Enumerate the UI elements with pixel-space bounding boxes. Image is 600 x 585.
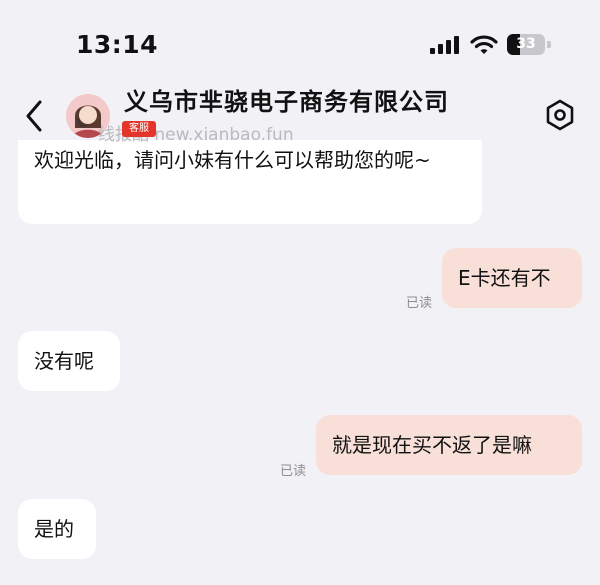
page-title: 义乌市芈骁电子商务有限公司 bbox=[124, 88, 449, 116]
back-chevron-icon[interactable] bbox=[18, 96, 52, 136]
message-bubble-incoming[interactable]: 是的 bbox=[18, 499, 96, 559]
message-bubble-outgoing[interactable]: 就是现在买不返了是嘛 bbox=[316, 415, 582, 475]
read-status: 已读 bbox=[406, 296, 433, 311]
status-time: 13:14 bbox=[76, 30, 159, 59]
avatar-badge: 客服 bbox=[122, 121, 156, 137]
cellular-signal-icon bbox=[430, 36, 459, 54]
battery-icon: 33 bbox=[507, 34, 551, 55]
wifi-icon bbox=[470, 35, 498, 54]
message-bubble-incoming[interactable]: 欢迎光临，请问小妹有什么可以帮助您的呢~ bbox=[18, 140, 482, 224]
read-status: 已读 bbox=[280, 464, 307, 479]
status-bar: 13:14 33 bbox=[0, 0, 600, 90]
battery-level: 33 bbox=[516, 36, 536, 52]
message-bubble-incoming[interactable]: 没有呢 bbox=[18, 331, 120, 391]
settings-hexagon-icon[interactable] bbox=[544, 98, 576, 132]
message-bubble-outgoing[interactable]: E卡还有不 bbox=[442, 248, 582, 308]
